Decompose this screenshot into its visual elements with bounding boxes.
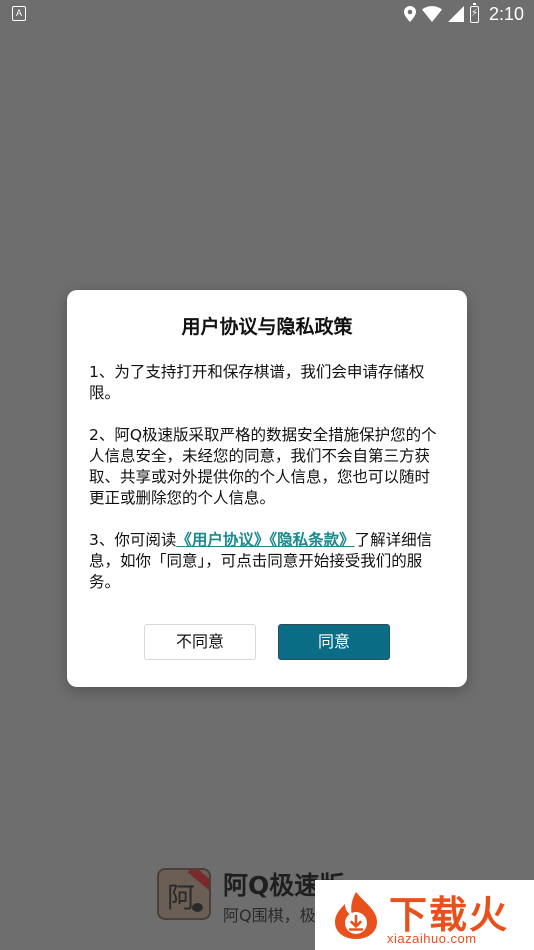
agree-button[interactable]: 同意 xyxy=(278,624,390,660)
agreement-dialog: 用户协议与隐私政策 1、为了支持打开和保存棋谱，我们会申请存储权限。 2、阿Q极… xyxy=(67,290,467,687)
privacy-terms-link[interactable]: 《隐私条款》 xyxy=(269,531,354,549)
status-bar: A ⚡ 2:10 xyxy=(0,0,534,28)
wifi-icon xyxy=(421,6,442,22)
paragraph-links: 3、你可阅读《用户协议》《隐私条款》了解详细信息，如你「同意」，可点击同意开始接… xyxy=(89,530,445,593)
dialog-title: 用户协议与隐私政策 xyxy=(181,316,353,338)
go-stone-icon xyxy=(192,903,203,912)
status-time: 2:10 xyxy=(488,3,524,24)
app-icon-char: 阿 xyxy=(167,881,196,914)
signal-icon xyxy=(447,6,464,22)
notification-a-icon: A xyxy=(12,6,26,21)
paragraph-links-prefix: 3、你可阅读 xyxy=(89,531,177,549)
paragraph-security: 2、阿Q极速版采取严格的数据安全措施保护您的个人信息安全，未经您的同意，我们不会… xyxy=(89,426,437,507)
app-subtitle: 阿Q围棋，极 xyxy=(223,906,316,925)
user-agreement-link[interactable]: 《用户协议》 xyxy=(176,531,269,549)
battery-charging-icon: ⚡ xyxy=(469,2,479,23)
paragraph-storage: 1、为了支持打开和保存棋谱，我们会申请存储权限。 xyxy=(89,363,425,402)
disagree-button[interactable]: 不同意 xyxy=(144,624,256,660)
dialog-body: 1、为了支持打开和保存棋谱，我们会申请存储权限。 2、阿Q极速版采取严格的数据安… xyxy=(89,362,445,614)
app-icon: 阿 xyxy=(157,868,211,920)
location-icon xyxy=(403,6,416,22)
flame-download-icon xyxy=(335,892,377,939)
status-icons: ⚡ 2:10 xyxy=(403,2,524,25)
watermark: 下载火 xiazaihuo.com xyxy=(315,880,534,950)
watermark-url: xiazaihuo.com xyxy=(387,931,477,946)
